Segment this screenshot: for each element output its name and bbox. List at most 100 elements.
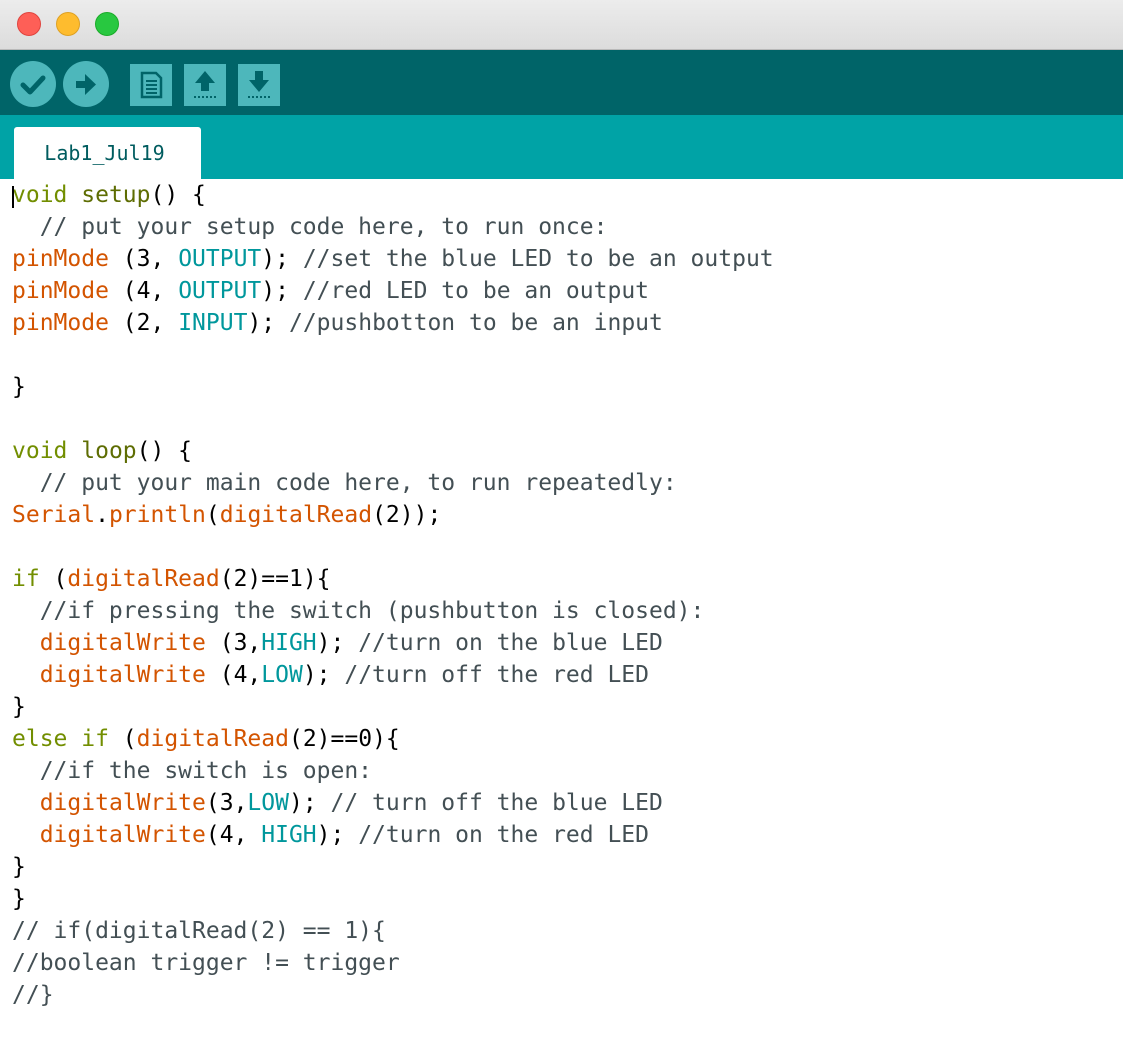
code-token: Serial — [12, 502, 96, 528]
code-token: pinMode — [12, 310, 109, 336]
code-line: pinMode (4, OUTPUT); //red LED to be an … — [12, 275, 774, 307]
code-token: ( — [108, 726, 137, 752]
code-line: void loop() { — [12, 435, 774, 467]
code-line: digitalWrite(3,LOW); // turn off the blu… — [12, 787, 774, 819]
code-token: digitalWrite — [39, 662, 206, 688]
save-button[interactable] — [238, 64, 280, 106]
open-button[interactable] — [184, 64, 226, 106]
code-token: (3, — [108, 246, 179, 272]
code-token: (4, — [205, 662, 262, 688]
code-token: pinMode — [12, 278, 109, 304]
code-token: ); — [316, 822, 359, 848]
code-token: //turn on the red LED — [358, 822, 649, 848]
checkmark-icon — [20, 75, 46, 95]
window-titlebar — [0, 0, 1123, 50]
code-token: ); — [316, 630, 359, 656]
code-token: LOW — [261, 662, 303, 688]
code-token: digitalWrite — [39, 790, 206, 816]
code-token: ( — [205, 502, 220, 528]
save-download-icon — [248, 71, 270, 98]
code-token: (2)==0){ — [288, 726, 400, 752]
code-token: } — [12, 374, 26, 400]
toolbar — [0, 50, 1123, 115]
code-line: } — [12, 883, 774, 915]
code-token: // put your main code here, to run repea… — [12, 470, 677, 496]
code-token: digitalRead — [219, 502, 373, 528]
tab-lab1-jul19[interactable]: Lab1_Jul19 — [14, 127, 201, 179]
code-token: // if(digitalRead(2) == 1){ — [12, 918, 386, 944]
code-token: else — [12, 726, 68, 752]
code-token: //} — [12, 982, 54, 1008]
code-line: digitalWrite (4,LOW); //turn off the red… — [12, 659, 774, 691]
code-token: OUTPUT — [178, 246, 262, 272]
open-upload-icon — [194, 71, 216, 98]
new-sketch-button[interactable] — [130, 64, 172, 106]
verify-button[interactable] — [10, 61, 56, 107]
code-line: digitalWrite (3,HIGH); //turn on the blu… — [12, 627, 774, 659]
code-line: // put your main code here, to run repea… — [12, 467, 774, 499]
code-token: digitalRead — [67, 566, 220, 592]
code-token: ); — [302, 662, 345, 688]
code-token: (4, — [205, 822, 262, 848]
code-token: ); — [261, 246, 303, 272]
code-line: // if(digitalRead(2) == 1){ — [12, 915, 774, 947]
code-token: //set the blue LED to be an output — [302, 246, 774, 272]
code-text[interactable]: void setup() { // put your setup code he… — [12, 179, 774, 1011]
code-token: (2, — [108, 310, 179, 336]
code-line: //if pressing the switch (pushbutton is … — [12, 595, 774, 627]
code-token: () { — [136, 438, 193, 464]
code-line: } — [12, 371, 774, 403]
code-token: pinMode — [12, 246, 109, 272]
code-token: setup — [81, 182, 151, 208]
code-token: (2)); — [372, 502, 442, 528]
code-token: loop — [81, 438, 137, 464]
minimize-window-button[interactable] — [56, 12, 80, 36]
code-token: ); — [247, 310, 289, 336]
code-line: void setup() { — [12, 179, 774, 211]
code-token: INPUT — [178, 310, 248, 336]
zoom-window-button[interactable] — [95, 12, 119, 36]
code-token: } — [12, 694, 26, 720]
code-token: digitalWrite — [39, 822, 206, 848]
code-token: HIGH — [261, 822, 317, 848]
code-token: OUTPUT — [178, 278, 262, 304]
code-token: void — [12, 438, 68, 464]
code-line: if (digitalRead(2)==1){ — [12, 563, 774, 595]
code-token: . — [95, 502, 109, 528]
code-line: else if (digitalRead(2)==0){ — [12, 723, 774, 755]
code-line: pinMode (3, OUTPUT); //set the blue LED … — [12, 243, 774, 275]
code-token: digitalWrite — [39, 630, 206, 656]
code-line: //if the switch is open: — [12, 755, 774, 787]
close-window-button[interactable] — [17, 12, 41, 36]
code-editor[interactable]: void setup() { // put your setup code he… — [0, 179, 1123, 1042]
code-token: //if the switch is open: — [12, 758, 373, 784]
code-token: (3, — [205, 630, 262, 656]
code-token: // put your setup code here, to run once… — [12, 214, 608, 240]
code-line: digitalWrite(4, HIGH); //turn on the red… — [12, 819, 774, 851]
code-token: digitalRead — [136, 726, 289, 752]
tab-bar: Lab1_Jul19 — [0, 115, 1123, 179]
code-token: println — [108, 502, 206, 528]
code-token: LOW — [247, 790, 289, 816]
code-line: Serial.println(digitalRead(2)); — [12, 499, 774, 531]
code-token: void — [12, 182, 68, 208]
code-token: (2)==1){ — [219, 566, 331, 592]
upload-button[interactable] — [63, 61, 109, 107]
code-token: (3, — [205, 790, 248, 816]
code-token: //turn on the blue LED — [358, 630, 663, 656]
arrow-right-icon — [76, 74, 96, 95]
code-token: } — [12, 886, 26, 912]
code-token: //if pressing the switch (pushbutton is … — [12, 598, 705, 624]
code-token: } — [12, 854, 26, 880]
code-token: if — [81, 726, 109, 752]
code-line: } — [12, 691, 774, 723]
code-token: //boolean trigger != trigger — [12, 950, 400, 976]
code-line: //boolean trigger != trigger — [12, 947, 774, 979]
code-token: ); — [261, 278, 303, 304]
